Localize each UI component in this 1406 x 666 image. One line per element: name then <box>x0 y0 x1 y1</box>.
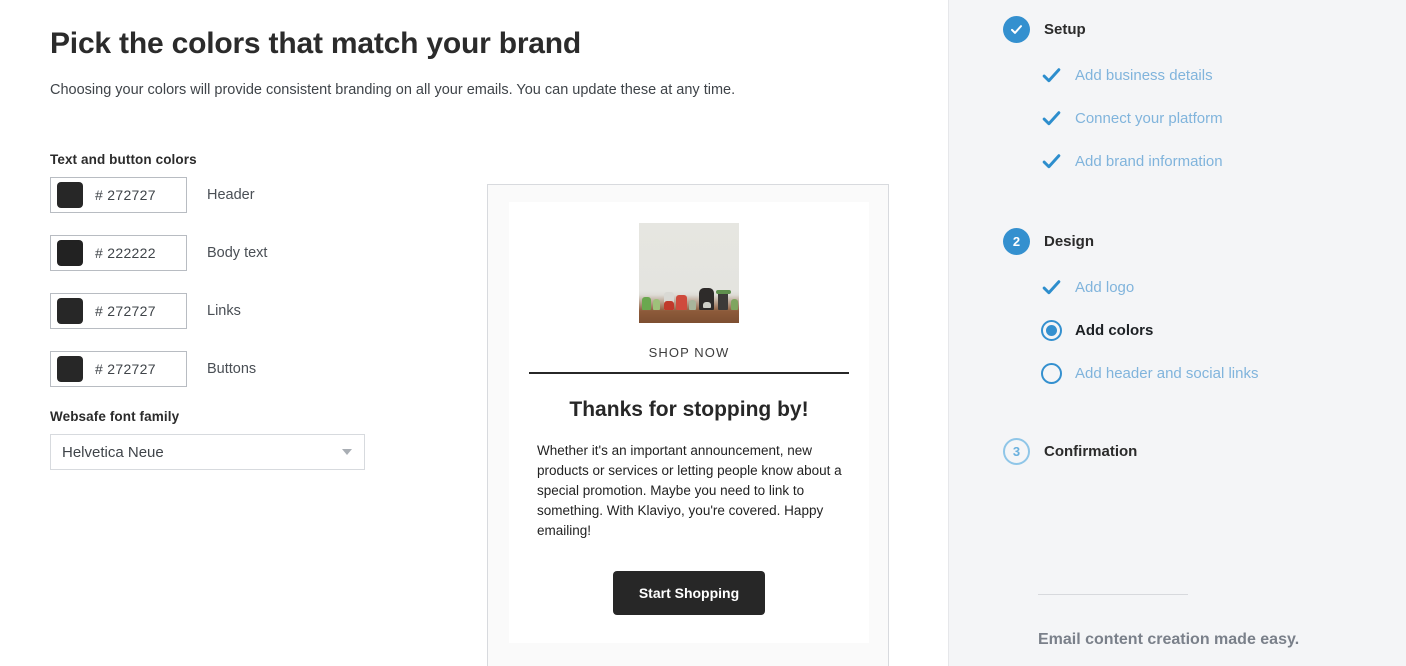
color-input-links[interactable]: # 272727 <box>50 293 187 329</box>
sidebar-item-label: Add colors <box>1075 322 1154 339</box>
sidebar-step-setup: Setup Add business details Connect your … <box>1003 16 1223 172</box>
sidebar-item-add-colors[interactable]: Add colors <box>1039 320 1258 341</box>
sidebar-item-label: Add brand information <box>1075 153 1223 170</box>
font-family-select[interactable]: Helvetica Neue <box>50 434 365 470</box>
color-caption-header: Header <box>207 187 255 203</box>
step-header-setup[interactable]: Setup <box>1003 16 1223 43</box>
sidebar-item-connect-your-platform[interactable]: Connect your platform <box>1039 108 1223 129</box>
color-caption-body-text: Body text <box>207 245 268 261</box>
color-row-links: # 272727 Links <box>50 293 390 329</box>
check-icon <box>1039 151 1063 172</box>
sidebar-item-label: Add business details <box>1075 67 1213 84</box>
email-preview-card: SHOP NOW Thanks for stopping by! Whether… <box>487 184 889 666</box>
color-swatch-header[interactable] <box>57 182 83 208</box>
font-section-label: Websafe font family <box>50 409 180 424</box>
color-input-header[interactable]: # 272727 <box>50 177 187 213</box>
footer-note: Email content creation made easy. <box>1038 631 1300 648</box>
hero-image <box>639 223 739 323</box>
color-row-buttons: # 272727 Buttons <box>50 351 390 387</box>
progress-sidebar: Setup Add business details Connect your … <box>948 0 1406 666</box>
email-heading: Thanks for stopping by! <box>569 398 809 421</box>
onboarding-page: Pick the colors that match your brand Ch… <box>0 0 1406 666</box>
radio-selected-icon <box>1039 320 1063 341</box>
step-title-design: Design <box>1044 233 1095 250</box>
check-icon <box>1039 108 1063 129</box>
color-input-buttons[interactable]: # 272727 <box>50 351 187 387</box>
shop-now-link[interactable]: SHOP NOW <box>525 345 853 360</box>
color-row-body-text: # 222222 Body text <box>50 235 390 271</box>
color-hex-links: # 272727 <box>95 303 156 319</box>
color-swatch-links[interactable] <box>57 298 83 324</box>
step-header-design[interactable]: 2 Design <box>1003 228 1258 255</box>
color-swatch-body-text[interactable] <box>57 240 83 266</box>
email-body-text: Whether it's an important announcement, … <box>537 443 842 538</box>
step-number-icon: 2 <box>1003 228 1030 255</box>
start-shopping-button[interactable]: Start Shopping <box>612 571 766 615</box>
cta-wrapper: Start Shopping <box>525 571 853 615</box>
colors-section-label: Text and button colors <box>50 152 197 167</box>
font-family-selected-value: Helvetica Neue <box>62 443 164 461</box>
sidebar-item-add-business-details[interactable]: Add business details <box>1039 65 1223 86</box>
footer-divider <box>1038 594 1188 595</box>
color-row-header: # 272727 Header <box>50 177 390 213</box>
sidebar-item-label: Add header and social links <box>1075 365 1259 382</box>
sidebar-item-add-logo[interactable]: Add logo <box>1039 277 1258 298</box>
page-title: Pick the colors that match your brand <box>50 27 582 60</box>
check-icon <box>1039 277 1063 298</box>
sidebar-step-confirmation: 3 Confirmation <box>1003 438 1137 465</box>
color-input-body-text[interactable]: # 222222 <box>50 235 187 271</box>
page-subtitle: Choosing your colors will provide consis… <box>50 82 736 98</box>
step-number-icon: 3 <box>1003 438 1030 465</box>
step-title-confirmation: Confirmation <box>1044 443 1138 460</box>
step-header-confirmation[interactable]: 3 Confirmation <box>1003 438 1137 465</box>
font-family-block: Websafe font family Helvetica Neue <box>50 409 390 470</box>
color-caption-buttons: Buttons <box>207 361 257 377</box>
sidebar-step-design: 2 Design Add logo Add colors Add header … <box>1003 228 1258 384</box>
color-hex-buttons: # 272727 <box>95 361 156 377</box>
sidebar-item-add-brand-information[interactable]: Add brand information <box>1039 151 1223 172</box>
color-hex-body-text: # 222222 <box>95 245 156 261</box>
color-caption-links: Links <box>207 303 241 319</box>
chevron-down-icon <box>342 449 352 455</box>
color-swatch-buttons[interactable] <box>57 356 83 382</box>
radio-empty-icon <box>1039 363 1063 384</box>
brand-color-form: Text and button colors # 272727 Header #… <box>50 152 390 470</box>
check-icon <box>1039 65 1063 86</box>
sidebar-item-add-header-and-social-links[interactable]: Add header and social links <box>1039 363 1258 384</box>
step-title-setup: Setup <box>1044 21 1086 38</box>
sidebar-item-label: Add logo <box>1075 279 1135 296</box>
preview-divider <box>529 372 849 374</box>
check-circle-icon <box>1003 16 1030 43</box>
color-hex-header: # 272727 <box>95 187 156 203</box>
main-content: Pick the colors that match your brand Ch… <box>0 0 948 666</box>
sidebar-item-label: Connect your platform <box>1075 110 1223 127</box>
email-preview-inner: SHOP NOW Thanks for stopping by! Whether… <box>509 202 869 643</box>
